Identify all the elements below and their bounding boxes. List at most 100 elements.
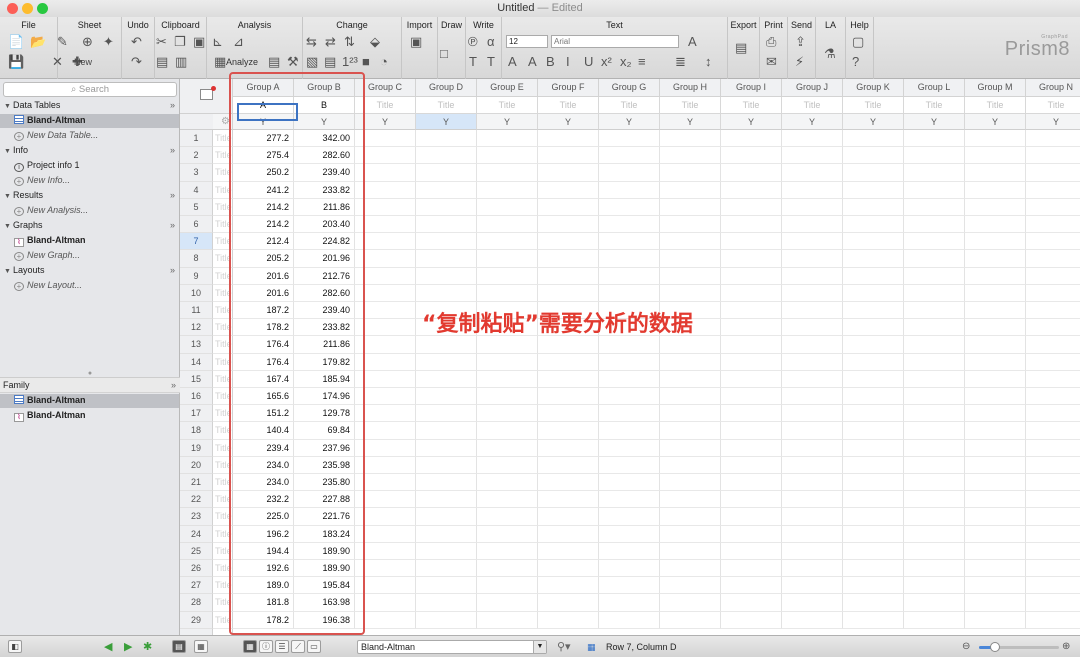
data-cell[interactable] [721,542,782,560]
column-title-cell[interactable]: Title [660,97,721,114]
data-cell[interactable] [721,130,782,148]
column-subheader-y[interactable]: Y [782,114,843,130]
analyze-button[interactable]: Analyze [226,57,258,67]
data-cell[interactable] [782,491,843,509]
data-cell[interactable] [782,181,843,199]
data-cell[interactable] [1026,268,1080,285]
data-cell[interactable] [660,164,721,182]
data-cell[interactable] [416,388,477,406]
column-subheader-y[interactable]: Y [721,114,782,130]
change-num-icon[interactable]: 1²³ [342,55,358,69]
data-cell[interactable] [416,491,477,509]
data-cell[interactable] [721,164,782,182]
row-number[interactable]: 22 [180,491,213,509]
data-cell[interactable] [965,611,1026,629]
data-cell[interactable] [721,491,782,509]
data-cell[interactable] [477,147,538,165]
bucket-icon[interactable]: ⬙ [370,35,380,49]
data-cell[interactable] [843,181,904,199]
data-cell[interactable] [538,181,599,199]
collapse-icon[interactable]: » [171,378,176,393]
column-subheader-y[interactable]: Y [843,114,904,130]
next-sheet-icon[interactable]: ▶ [124,640,132,654]
data-cell[interactable] [843,594,904,612]
data-cell[interactable] [721,422,782,440]
data-cell[interactable] [477,284,538,302]
data-cell[interactable] [782,302,843,320]
data-cell[interactable] [843,491,904,509]
data-cell[interactable] [965,422,1026,440]
zoom-out-icon[interactable]: ⊖ [962,640,970,654]
data-cell[interactable] [843,250,904,268]
table-results-icon[interactable]: ▤ [268,55,280,69]
data-cell[interactable] [538,525,599,543]
data-cell[interactable] [477,577,538,595]
new-graph-link[interactable]: + New Graph... [14,250,80,261]
column-header-group-l[interactable]: Group L [904,79,965,97]
change-color-icon[interactable]: ◔ [380,55,388,69]
data-cell[interactable] [721,594,782,612]
collapse-icon[interactable]: » [170,265,175,275]
data-cell[interactable] [1026,405,1080,423]
data-cell[interactable] [843,284,904,302]
row-number[interactable]: 3 [180,164,213,182]
data-cell[interactable] [904,130,965,148]
change-arrows-icon[interactable]: ⇆ [306,35,317,49]
data-cell[interactable] [904,267,965,285]
data-cell[interactable] [416,611,477,629]
data-cell[interactable] [477,439,538,457]
data-cell[interactable] [782,560,843,578]
data-cell[interactable] [477,267,538,285]
data-cell[interactable] [660,370,721,388]
search-field[interactable]: ⌕ Search [3,82,177,97]
data-cell[interactable] [1026,130,1080,148]
send-link-icon[interactable]: ⚡ [795,55,804,69]
data-cell[interactable] [538,508,599,526]
data-cell[interactable] [660,198,721,216]
data-cell[interactable] [965,284,1026,302]
data-cell[interactable] [477,525,538,543]
data-cell[interactable] [660,491,721,509]
data-cell[interactable] [843,164,904,182]
data-cell[interactable] [1026,422,1080,440]
open-icon[interactable]: 📂 [30,35,46,49]
data-cell[interactable] [538,422,599,440]
subscript-icon[interactable]: x₂ [620,55,632,69]
data-cell[interactable] [843,577,904,595]
data-cell[interactable] [721,216,782,234]
row-number[interactable]: 25 [180,542,213,560]
data-cell[interactable] [904,439,965,457]
data-cell[interactable] [721,388,782,406]
zoom-in-icon[interactable]: ⊕ [1062,640,1070,654]
data-cell[interactable] [904,577,965,595]
data-cell[interactable] [538,491,599,509]
data-cell[interactable] [1026,388,1080,406]
text-A-small-icon[interactable]: A [528,55,537,69]
row-number[interactable]: 29 [180,611,213,629]
copy-icon[interactable]: ❐ [174,35,186,49]
data-cell[interactable] [477,508,538,526]
data-cell[interactable] [416,164,477,182]
data-cell[interactable] [416,542,477,560]
data-cell[interactable] [782,611,843,629]
data-cell[interactable] [477,216,538,234]
data-cell[interactable] [1026,147,1080,165]
data-cell[interactable] [599,233,660,251]
data-cell[interactable] [965,181,1026,199]
row-number[interactable]: 7 [180,233,213,251]
data-cell[interactable] [843,474,904,492]
data-cell[interactable] [721,284,782,302]
data-cell[interactable] [843,525,904,543]
data-cell[interactable] [843,147,904,165]
data-cell[interactable] [538,198,599,216]
data-cell[interactable] [782,198,843,216]
column-subheader-y[interactable]: Y [1026,114,1080,130]
data-cell[interactable] [1026,336,1080,354]
data-cell[interactable] [477,560,538,578]
data-cell[interactable] [965,250,1026,268]
data-cell[interactable] [721,250,782,268]
data-cell[interactable] [843,388,904,406]
data-cell[interactable] [843,439,904,457]
row-number[interactable]: 20 [180,456,213,474]
row-number[interactable]: 17 [180,405,213,423]
